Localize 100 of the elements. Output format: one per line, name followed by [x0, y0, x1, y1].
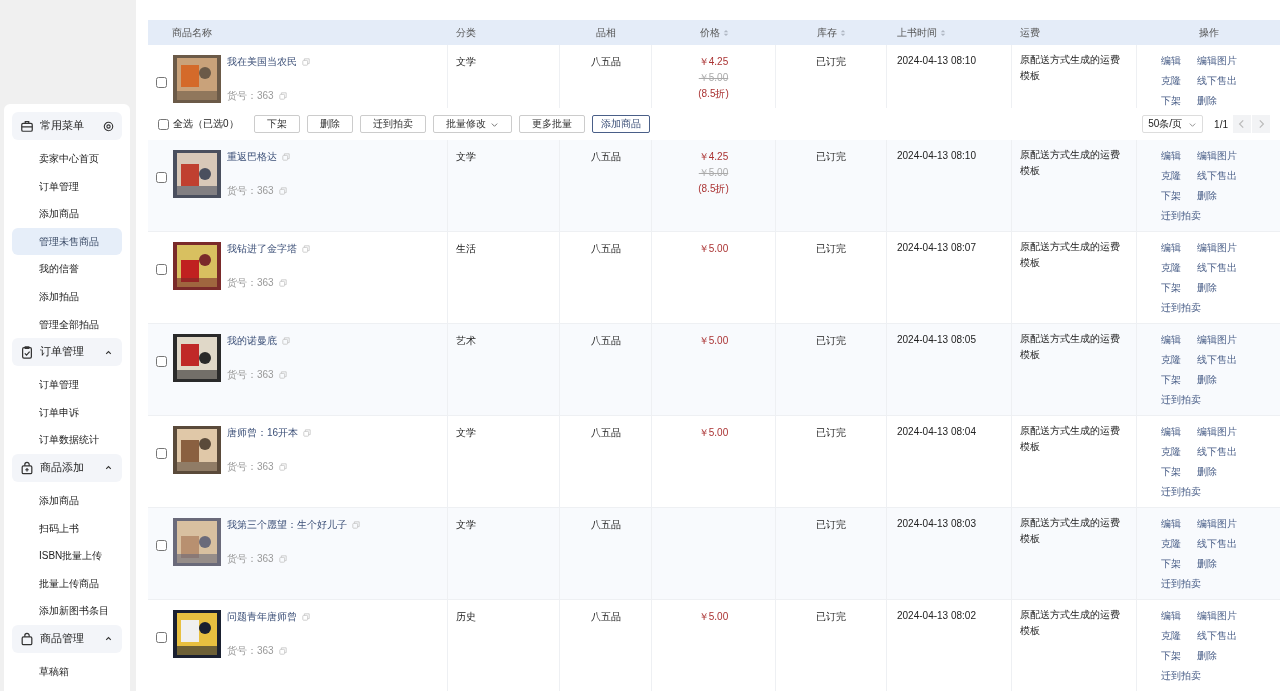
product-title-link[interactable]: 我在美国当农民 — [227, 55, 297, 69]
product-title-link[interactable]: 我钻进了金字塔 — [227, 242, 297, 256]
product-title-link[interactable]: 重返巴格达 — [227, 150, 277, 164]
action-link[interactable]: 编辑 — [1160, 609, 1197, 623]
action-link[interactable]: 编辑图片 — [1196, 54, 1257, 68]
menu-item[interactable]: 订单数据统计 — [12, 426, 122, 454]
action-link[interactable]: 克隆 — [1160, 74, 1197, 88]
action-link[interactable]: 线下售出 — [1196, 261, 1257, 275]
batch-button[interactable]: 下架 — [253, 115, 300, 133]
product-title-link[interactable]: 我第三个愿望：生个好儿子 — [227, 518, 347, 532]
menu-item[interactable]: 扫码上书 — [12, 514, 122, 543]
action-link[interactable]: 编辑 — [1160, 517, 1197, 531]
copy-icon[interactable] — [282, 337, 290, 345]
action-link[interactable]: 克隆 — [1160, 537, 1197, 551]
copy-icon[interactable] — [352, 521, 360, 529]
action-link[interactable]: 克隆 — [1160, 629, 1197, 643]
copy-icon[interactable] — [302, 245, 310, 253]
action-link[interactable]: 下架 — [1160, 94, 1197, 108]
menu-item[interactable]: 卖家中心首页 — [12, 145, 122, 173]
sort-icon[interactable] — [840, 27, 846, 38]
menu-item[interactable]: 添加拍品 — [12, 282, 122, 311]
sort-icon[interactable] — [940, 27, 946, 38]
row-checkbox[interactable] — [156, 77, 167, 88]
menu-item[interactable]: 添加新图书条目 — [12, 597, 122, 625]
page-size-select[interactable]: 50条/页 — [1142, 115, 1204, 133]
menu-item[interactable]: 草稿箱 — [12, 657, 122, 686]
menu-group-header[interactable]: 商品管理 — [12, 624, 122, 653]
column-header[interactable]: 库存 — [776, 25, 887, 40]
action-link[interactable]: 下架 — [1160, 281, 1197, 295]
menu-item[interactable]: ISBN批量上传 — [12, 542, 122, 570]
column-header[interactable]: 价格 — [652, 25, 776, 40]
copy-icon[interactable] — [278, 555, 287, 563]
row-checkbox[interactable] — [156, 356, 167, 367]
menu-group-header[interactable]: 订单管理 — [12, 338, 122, 367]
action-link[interactable]: 编辑图片 — [1196, 609, 1257, 623]
add-product-button[interactable]: 添加商品 — [591, 115, 650, 133]
copy-icon[interactable] — [278, 279, 287, 287]
action-link[interactable]: 编辑图片 — [1196, 425, 1257, 439]
copy-icon[interactable] — [278, 92, 287, 100]
action-link[interactable]: 删除 — [1196, 465, 1257, 479]
sort-icon[interactable] — [722, 27, 729, 38]
row-checkbox[interactable] — [156, 172, 167, 183]
action-link[interactable]: 线下售出 — [1196, 169, 1257, 183]
action-link[interactable]: 编辑 — [1160, 333, 1197, 347]
batch-button[interactable]: 更多批量 — [518, 115, 585, 133]
copy-icon[interactable] — [278, 371, 287, 379]
action-link[interactable]: 编辑图片 — [1196, 241, 1257, 255]
copy-icon[interactable] — [303, 429, 312, 437]
product-title-link[interactable]: 问题青年唐师曾 — [227, 610, 297, 624]
action-link[interactable]: 线下售出 — [1196, 74, 1257, 88]
row-checkbox[interactable] — [156, 264, 167, 275]
copy-icon[interactable] — [302, 58, 310, 66]
menu-item[interactable]: 订单管理 — [12, 172, 122, 201]
action-link[interactable]: 删除 — [1196, 557, 1257, 571]
action-link[interactable]: 编辑图片 — [1196, 517, 1257, 531]
product-title-link[interactable]: 唐师曾：16开本 — [227, 426, 299, 440]
action-link[interactable]: 线下售出 — [1196, 537, 1257, 551]
action-link[interactable]: 线下售出 — [1196, 353, 1257, 367]
action-link[interactable]: 克隆 — [1160, 445, 1197, 459]
menu-group-header[interactable]: 商品添加 — [12, 453, 122, 482]
copy-icon[interactable] — [278, 647, 287, 655]
action-link[interactable]: 下架 — [1160, 649, 1197, 663]
row-checkbox[interactable] — [156, 448, 167, 459]
menu-item[interactable]: 管理全部拍品 — [12, 310, 122, 339]
action-link[interactable]: 编辑 — [1160, 425, 1197, 439]
copy-icon[interactable] — [278, 463, 287, 471]
menu-item[interactable]: 订单申诉 — [12, 398, 122, 427]
action-link[interactable]: 编辑 — [1160, 241, 1197, 255]
action-link[interactable]: 下架 — [1160, 465, 1197, 479]
action-link[interactable]: 下架 — [1160, 557, 1197, 571]
row-checkbox[interactable] — [156, 540, 167, 551]
action-link[interactable]: 线下售出 — [1196, 445, 1257, 459]
dropdown-button[interactable]: 批量修改 — [432, 115, 512, 133]
action-link[interactable]: 删除 — [1196, 94, 1257, 108]
action-link[interactable]: 下架 — [1160, 373, 1197, 387]
action-link[interactable]: 编辑图片 — [1196, 333, 1257, 347]
menu-item[interactable]: 批量上传商品 — [12, 569, 122, 598]
select-all-checkbox[interactable] — [158, 118, 169, 130]
action-link[interactable]: 克隆 — [1160, 261, 1197, 275]
action-link[interactable]: 编辑图片 — [1196, 149, 1257, 163]
menu-item[interactable]: 我的信誉 — [12, 255, 122, 283]
menu-item[interactable]: 添加商品 — [12, 200, 122, 228]
action-link[interactable]: 删除 — [1196, 281, 1257, 295]
menu-item[interactable]: 订单管理 — [12, 371, 122, 399]
menu-item[interactable]: 管理未售商品 — [12, 227, 122, 256]
product-title-link[interactable]: 我的诺曼底 — [227, 334, 277, 348]
copy-icon[interactable] — [302, 613, 310, 621]
action-link[interactable]: 编辑 — [1160, 149, 1197, 163]
action-link[interactable]: 编辑 — [1160, 54, 1197, 68]
menu-group-header[interactable]: 常用菜单 — [12, 112, 122, 140]
action-link[interactable]: 删除 — [1196, 189, 1257, 203]
action-link[interactable]: 删除 — [1196, 649, 1257, 663]
batch-button[interactable]: 迁到拍卖 — [359, 115, 426, 133]
menu-item[interactable]: 添加商品 — [12, 486, 122, 515]
column-header[interactable]: 上书时间 — [887, 25, 1012, 40]
action-link[interactable]: 线下售出 — [1196, 629, 1257, 643]
batch-button[interactable]: 删除 — [306, 115, 353, 133]
copy-icon[interactable] — [282, 153, 290, 161]
action-link[interactable]: 删除 — [1196, 373, 1257, 387]
action-link[interactable]: 下架 — [1160, 189, 1197, 203]
